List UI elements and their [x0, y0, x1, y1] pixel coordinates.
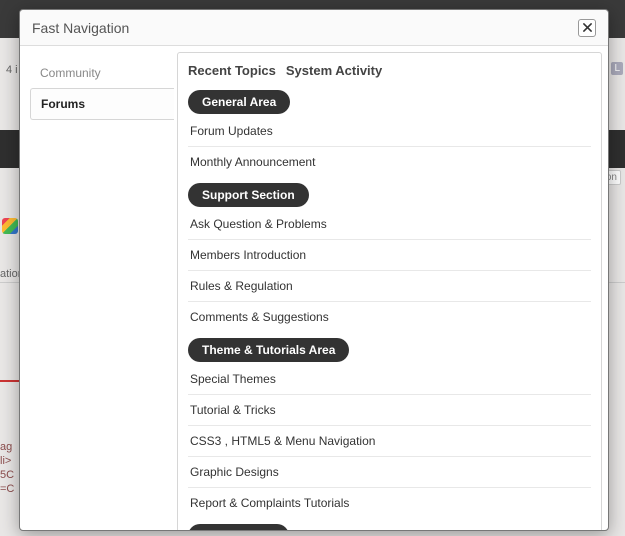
dialog-header: Fast Navigation — [20, 10, 608, 46]
top-link[interactable]: Recent Topics — [188, 63, 276, 78]
sections-container: General AreaForum UpdatesMonthly Announc… — [188, 86, 591, 530]
fast-navigation-dialog: Fast Navigation CommunityForums Recent T… — [19, 9, 609, 531]
top-links-row: Recent Topics System Activity — [188, 61, 591, 86]
nav-item[interactable]: Special Themes — [188, 364, 591, 395]
section-header[interactable]: Staff Section — [188, 524, 289, 530]
section-block: General AreaForum UpdatesMonthly Announc… — [188, 86, 591, 177]
nav-item[interactable]: Graphic Designs — [188, 457, 591, 488]
nav-item[interactable]: Ask Question & Problems — [188, 209, 591, 240]
close-button[interactable] — [578, 19, 596, 37]
sidebar-tab-community[interactable]: Community — [30, 58, 174, 88]
section-block: Staff SectionStaff's RoomComplaints & Co… — [188, 520, 591, 530]
nav-item[interactable]: Comments & Suggestions — [188, 302, 591, 332]
dialog-scroll[interactable]: CommunityForums Recent Topics System Acti… — [20, 46, 608, 530]
dialog-body: CommunityForums Recent Topics System Acti… — [20, 46, 608, 530]
forums-panel: Recent Topics System Activity General Are… — [177, 52, 602, 530]
nav-item[interactable]: CSS3 , HTML5 & Menu Navigation — [188, 426, 591, 457]
section-block: Support SectionAsk Question & ProblemsMe… — [188, 179, 591, 332]
nav-item[interactable]: Tutorial & Tricks — [188, 395, 591, 426]
section-header[interactable]: Theme & Tutorials Area — [188, 338, 349, 362]
section-block: Theme & Tutorials AreaSpecial ThemesTuto… — [188, 334, 591, 518]
nav-item[interactable]: Report & Complaints Tutorials — [188, 488, 591, 518]
dialog-title: Fast Navigation — [32, 20, 578, 36]
sidebar-tabs: CommunityForums — [26, 52, 178, 530]
bg-red-line — [0, 380, 20, 382]
bg-color-swatch — [2, 218, 18, 234]
section-header[interactable]: General Area — [188, 90, 290, 114]
section-header[interactable]: Support Section — [188, 183, 309, 207]
nav-item[interactable]: Rules & Regulation — [188, 271, 591, 302]
sidebar-tab-forums[interactable]: Forums — [30, 88, 174, 120]
nav-item[interactable]: Forum Updates — [188, 116, 591, 147]
nav-item[interactable]: Monthly Announcement — [188, 147, 591, 177]
nav-item[interactable]: Members Introduction — [188, 240, 591, 271]
top-link[interactable]: System Activity — [286, 63, 382, 78]
bg-code-snippet: ag li> 5C =C — [0, 440, 14, 496]
bg-tag-1: L — [611, 62, 623, 75]
close-icon — [583, 23, 592, 32]
modal-overlay: Fast Navigation CommunityForums Recent T… — [0, 2, 625, 536]
bg-text-1: 4 i — [6, 64, 18, 76]
